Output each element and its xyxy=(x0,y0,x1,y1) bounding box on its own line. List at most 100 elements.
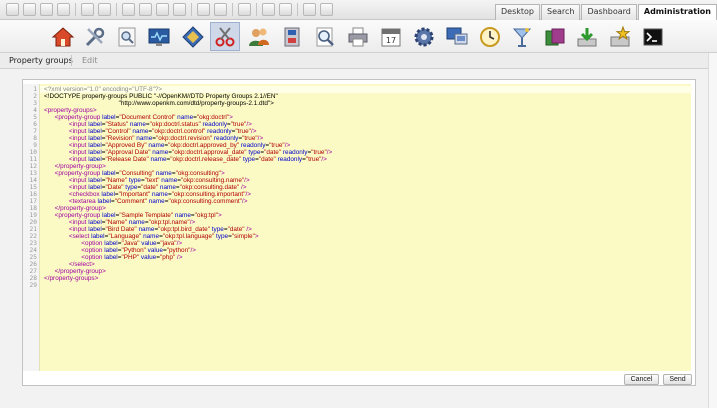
monitor-icon[interactable] xyxy=(144,22,174,51)
new-document-icon[interactable] xyxy=(6,3,19,16)
clock-icon[interactable] xyxy=(475,22,505,51)
code-token: "okg:consulting" xyxy=(175,170,221,177)
magnifier-icon[interactable] xyxy=(310,22,340,51)
line-number: 1 xyxy=(33,86,37,93)
line-number: 2 xyxy=(33,93,37,100)
code-token: "Approval Date" xyxy=(105,149,151,156)
line-number: 5 xyxy=(33,114,37,121)
code-token: <input xyxy=(44,184,89,191)
xml-code-editor[interactable]: <?xml version="1.0" encoding="UTF-8"?> <!… xyxy=(39,84,692,371)
code-token: name xyxy=(127,219,145,226)
line-number: 29 xyxy=(29,282,37,289)
tools-icon[interactable] xyxy=(80,22,110,51)
code-token: type xyxy=(127,177,141,184)
gear-icon[interactable] xyxy=(409,22,439,51)
import-icon[interactable] xyxy=(572,22,602,51)
unlock-icon[interactable] xyxy=(214,3,227,16)
document-search-icon[interactable] xyxy=(112,22,142,51)
code-token: "Python" xyxy=(121,247,146,254)
mail-icon[interactable] xyxy=(303,3,316,16)
line-number: 19 xyxy=(29,212,37,219)
code-token: /> xyxy=(189,219,196,226)
copy-icon[interactable] xyxy=(40,3,53,16)
folders-icon[interactable] xyxy=(540,22,570,51)
cabinet-icon[interactable] xyxy=(277,22,307,51)
folder-icon[interactable] xyxy=(156,3,169,16)
move-icon[interactable] xyxy=(139,3,152,16)
export-star-icon[interactable] xyxy=(605,22,635,51)
code-line: <input label="Approval Date" name="okp:d… xyxy=(44,149,332,156)
breadcrumb-property-groups[interactable]: Property groups xyxy=(9,55,73,66)
code-token: label xyxy=(88,226,102,233)
code-token: <input xyxy=(44,121,89,128)
code-line: </property-groups> xyxy=(44,275,98,282)
cocktail-icon[interactable] xyxy=(507,22,537,51)
line-number: 25 xyxy=(29,254,37,261)
page-scrollbar[interactable] xyxy=(708,53,717,408)
code-token: /> xyxy=(175,254,183,261)
line-number: 11 xyxy=(29,156,37,163)
line-number: 24 xyxy=(29,247,37,254)
code-token: <input xyxy=(44,177,89,184)
code-token: <input xyxy=(44,219,89,226)
code-token: /> xyxy=(244,177,250,184)
tab-search[interactable]: Search xyxy=(540,4,581,20)
code-token: "okp:doctrl.status" xyxy=(149,121,201,128)
code-line: "http://www.openkm.com/dtd/property-grou… xyxy=(44,100,274,107)
rename-icon[interactable] xyxy=(122,3,135,16)
printer-icon[interactable] xyxy=(343,22,373,51)
code-token: "okp:doctrl.approval_date" xyxy=(172,149,247,156)
code-token: /> xyxy=(257,135,264,142)
code-token: "okp:consulting.comment" xyxy=(168,198,242,205)
send-button[interactable]: Send xyxy=(663,374,692,385)
calendar-icon[interactable]: 17 xyxy=(376,22,406,51)
bookmark-icon[interactable] xyxy=(262,3,275,16)
code-token: label xyxy=(88,142,102,149)
code-token: name xyxy=(146,198,165,205)
code-token: > xyxy=(254,233,259,240)
cancel-button[interactable]: Cancel xyxy=(624,374,659,385)
code-token: name xyxy=(150,149,169,156)
lock-icon[interactable] xyxy=(197,3,210,16)
code-token: > xyxy=(229,114,233,121)
diamond-icon[interactable] xyxy=(178,22,208,51)
code-token: label xyxy=(88,121,102,128)
code-token: label xyxy=(88,184,102,191)
code-token: "date" xyxy=(258,156,276,163)
upload-icon[interactable] xyxy=(320,3,333,16)
code-line: <?xml version="1.0" encoding="UTF-8"?> xyxy=(44,86,162,93)
breadcrumb-edit: Edit xyxy=(82,56,98,65)
open-icon[interactable] xyxy=(23,3,36,16)
line-number: 12 xyxy=(29,163,37,170)
code-token: > xyxy=(218,212,222,219)
code-token: /> xyxy=(244,226,252,233)
code-line: <select label="Language" name="okp:tpl.l… xyxy=(44,233,259,240)
archive-icon[interactable] xyxy=(173,3,186,16)
tab-dashboard[interactable]: Dashboard xyxy=(581,4,637,20)
code-token: "okp:tpl.name" xyxy=(148,219,190,226)
code-token: name xyxy=(134,135,153,142)
code-token: "Language" xyxy=(108,233,142,240)
code-token: "okp:consulting.date" xyxy=(179,184,240,191)
refresh-icon[interactable] xyxy=(81,3,94,16)
terminal-icon[interactable] xyxy=(638,22,668,51)
tab-desktop[interactable]: Desktop xyxy=(494,4,540,20)
toolbar-separator xyxy=(256,3,257,16)
tab-administration[interactable]: Administration xyxy=(637,4,717,20)
scissors-icon[interactable] xyxy=(210,22,240,51)
print-icon[interactable] xyxy=(57,3,70,16)
home-icon[interactable] xyxy=(48,22,78,51)
code-token: readonly xyxy=(200,121,228,128)
code-token: /> xyxy=(241,198,248,205)
users-icon[interactable] xyxy=(244,22,274,51)
undo-icon[interactable] xyxy=(98,3,111,16)
file-toolbar xyxy=(6,3,333,16)
computer-icon[interactable] xyxy=(442,22,472,51)
settings-icon[interactable] xyxy=(238,3,251,16)
code-token: name xyxy=(158,184,176,191)
code-line: <!DOCTYPE property-groups PUBLIC "-//Ope… xyxy=(44,93,278,100)
code-line: <input label="Date" type="date" name="ok… xyxy=(44,184,247,191)
code-line: <input label="Revision" name="okp:doctrl… xyxy=(44,135,263,142)
history-icon[interactable] xyxy=(279,3,292,16)
code-token: label xyxy=(91,233,105,240)
